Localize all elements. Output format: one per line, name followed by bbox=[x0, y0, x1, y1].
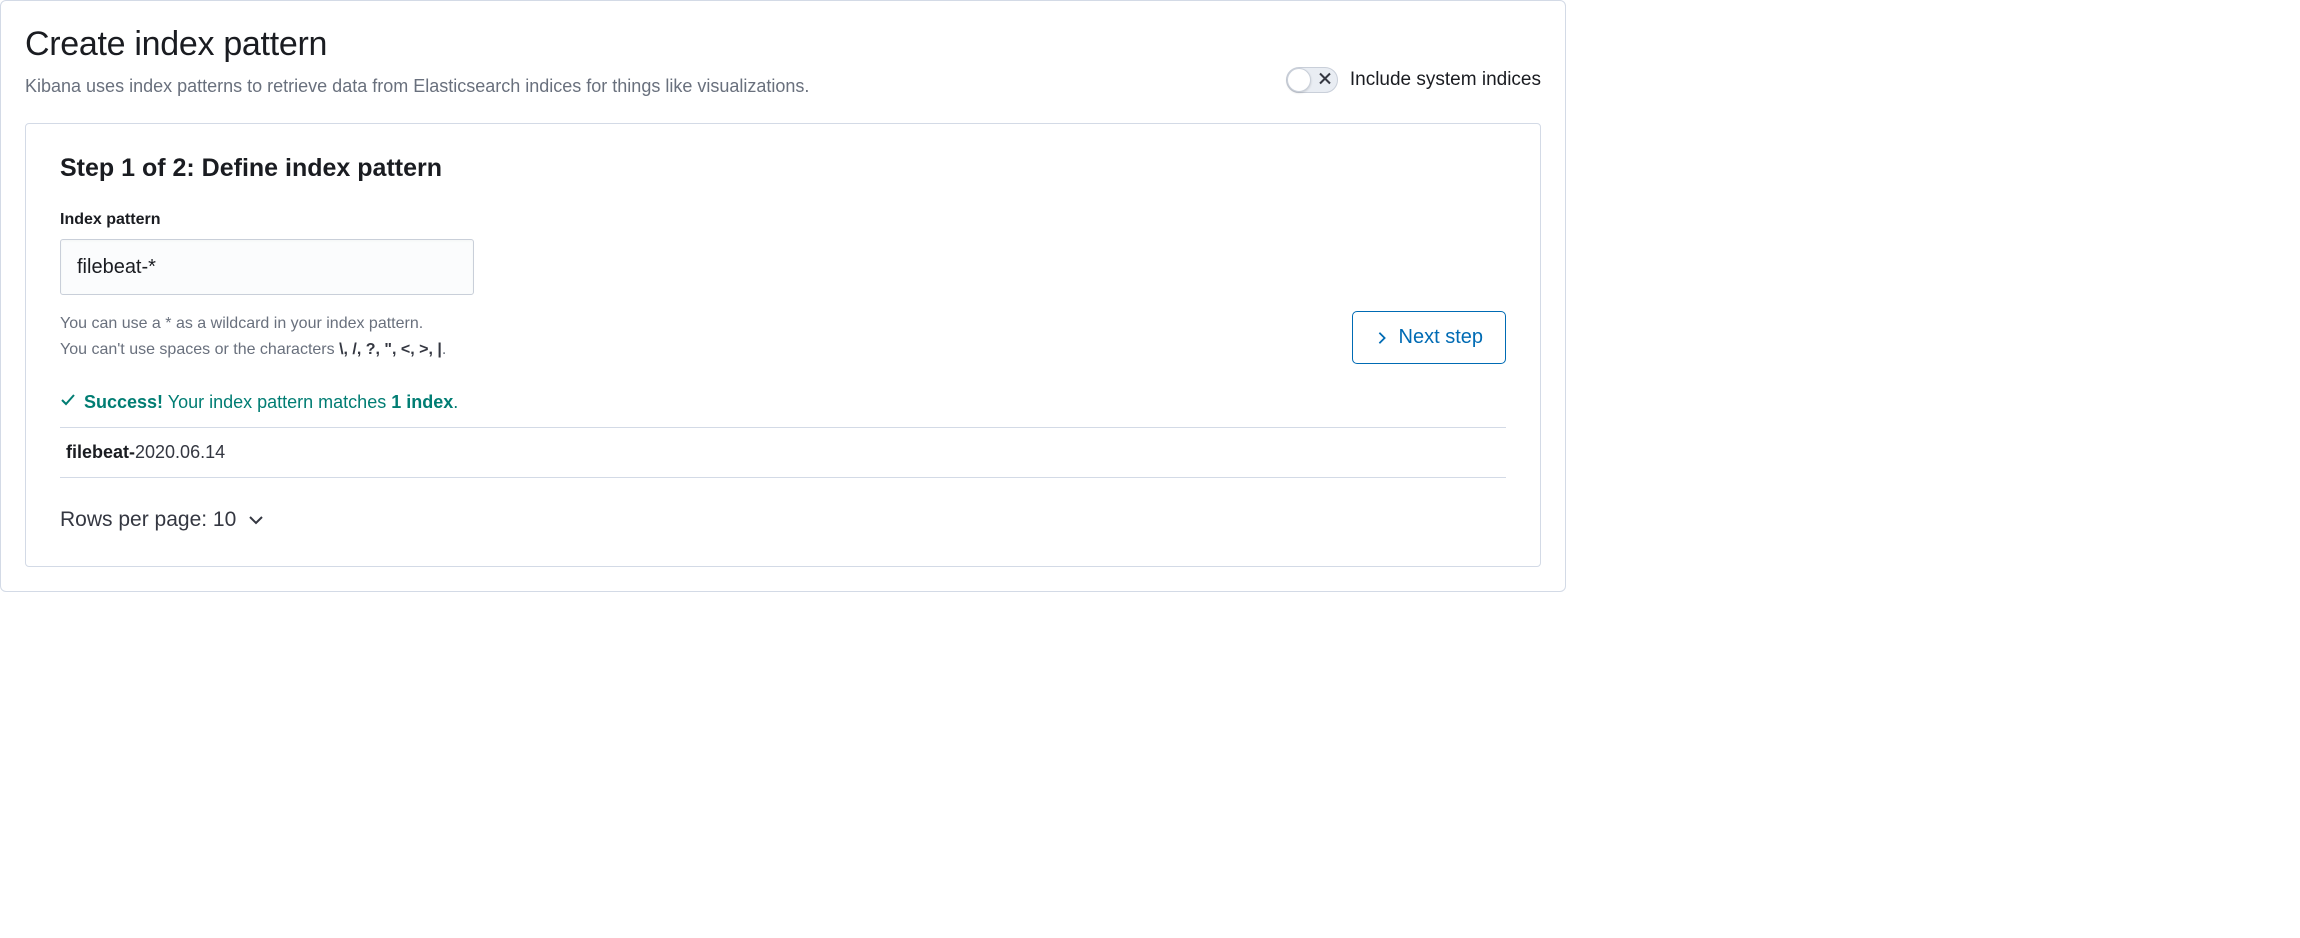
close-icon bbox=[1319, 72, 1331, 89]
include-system-indices-toggle-wrap: Include system indices bbox=[1286, 67, 1541, 93]
help-row: You can use a * as a wildcard in your in… bbox=[60, 311, 1506, 364]
next-step-label: Next step bbox=[1399, 326, 1483, 349]
rows-per-page-text: Rows per page: 10 bbox=[60, 508, 236, 532]
help-text: You can use a * as a wildcard in your in… bbox=[60, 311, 446, 362]
check-icon bbox=[60, 392, 76, 413]
page-subtitle: Kibana uses index patterns to retrieve d… bbox=[25, 74, 1286, 99]
page-title: Create index pattern bbox=[25, 25, 1286, 64]
step-heading: Step 1 of 2: Define index pattern bbox=[60, 154, 1506, 183]
match-prefix: filebeat- bbox=[66, 442, 135, 462]
create-index-pattern-page: Create index pattern Kibana uses index p… bbox=[0, 0, 1566, 592]
header-left: Create index pattern Kibana uses index p… bbox=[25, 25, 1286, 99]
toggle-label: Include system indices bbox=[1350, 69, 1541, 91]
rows-per-page-select[interactable]: Rows per page: 10 bbox=[60, 508, 264, 532]
rows-per-page-label: Rows per page: bbox=[60, 508, 213, 531]
forbidden-chars: \, /, ?, ", <, >, | bbox=[339, 341, 442, 358]
chevron-down-icon bbox=[248, 512, 264, 528]
help-line-2-suffix: . bbox=[442, 341, 446, 358]
success-message: Success! Your index pattern matches 1 in… bbox=[60, 392, 1506, 427]
match-suffix: 2020.06.14 bbox=[135, 442, 225, 462]
header-row: Create index pattern Kibana uses index p… bbox=[25, 25, 1541, 99]
success-mid: Your index pattern matches bbox=[163, 392, 391, 412]
chevron-right-icon bbox=[1375, 331, 1389, 345]
index-pattern-input[interactable] bbox=[60, 239, 474, 295]
index-pattern-label: Index pattern bbox=[60, 211, 1506, 229]
help-line-2: You can't use spaces or the characters \… bbox=[60, 337, 446, 363]
toggle-knob bbox=[1287, 68, 1311, 92]
step-panel: Step 1 of 2: Define index pattern Index … bbox=[25, 123, 1541, 567]
success-count: 1 index bbox=[391, 392, 453, 412]
help-line-2-prefix: You can't use spaces or the characters bbox=[60, 341, 339, 358]
rows-per-page-value: 10 bbox=[213, 508, 236, 531]
match-row: filebeat-2020.06.14 bbox=[60, 428, 1506, 477]
success-text: Success! Your index pattern matches 1 in… bbox=[84, 392, 458, 413]
include-system-indices-toggle[interactable] bbox=[1286, 67, 1338, 93]
next-step-button[interactable]: Next step bbox=[1352, 311, 1506, 364]
divider bbox=[60, 477, 1506, 478]
help-line-1: You can use a * as a wildcard in your in… bbox=[60, 311, 446, 337]
success-prefix: Success! bbox=[84, 392, 163, 412]
success-suffix: . bbox=[453, 392, 458, 412]
